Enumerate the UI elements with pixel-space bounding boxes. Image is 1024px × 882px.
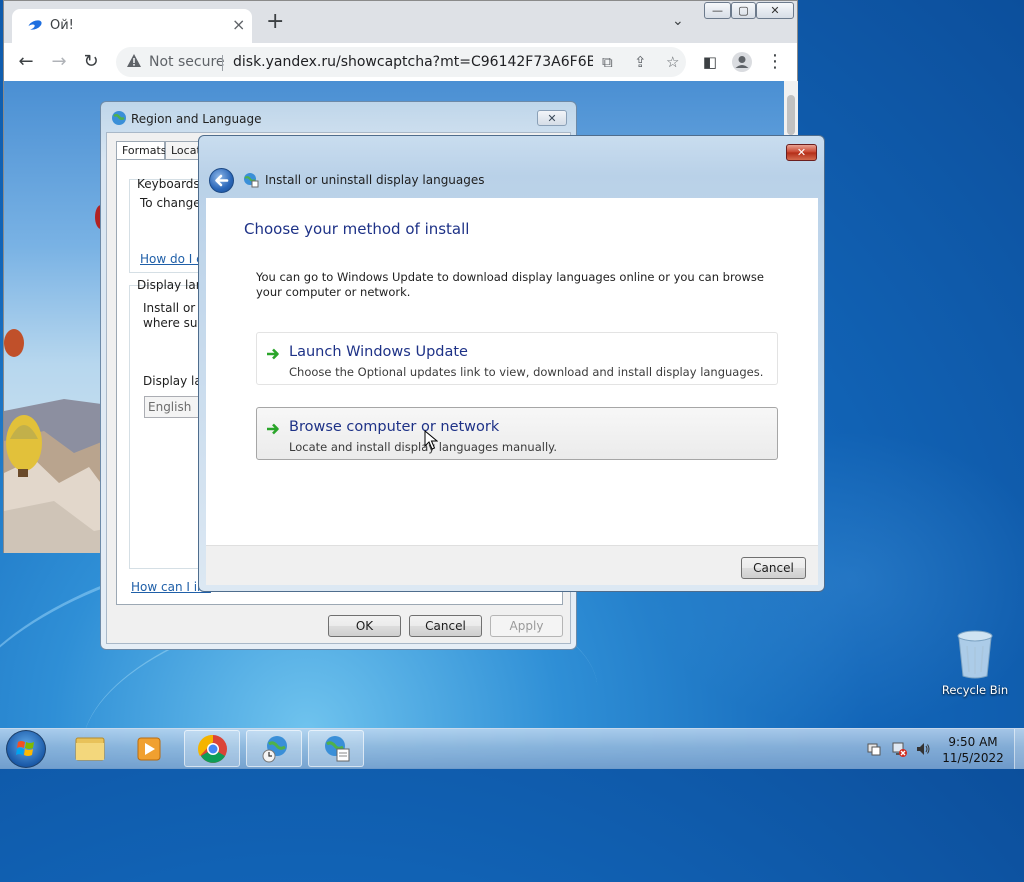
language-install-icon <box>325 736 350 762</box>
reload-icon[interactable]: ↻ <box>80 51 102 73</box>
address-bar[interactable]: Not secure disk.yandex.ru/showcaptcha?mt… <box>116 47 686 77</box>
dialog-footer: Cancel <box>206 545 818 585</box>
cancel-button[interactable]: Cancel <box>409 615 482 637</box>
page-description: You can go to Windows Update to download… <box>256 270 764 299</box>
browser-toolbar: ← → ↻ Not secure disk.yandex.ru/showcapt… <box>4 43 797 81</box>
apply-button[interactable]: Apply <box>490 615 563 637</box>
green-arrow-icon <box>267 423 279 435</box>
browser-tabstrip: Ой! × + ⌄ — ▢ ✕ <box>4 1 797 43</box>
browser-tab[interactable]: Ой! × <box>12 9 252 43</box>
taskbar: 9:50 AM 11/5/2022 <box>0 728 1024 769</box>
share-icon[interactable]: ⇪ <box>634 53 647 71</box>
cancel-button[interactable]: Cancel <box>741 557 806 579</box>
profile-icon[interactable] <box>731 51 753 73</box>
system-clock[interactable]: 9:50 AM 11/5/2022 <box>936 734 1010 766</box>
maximize-button[interactable]: ▢ <box>731 2 756 19</box>
ok-button[interactable]: OK <box>328 615 401 637</box>
tab-formats[interactable]: Formats <box>116 141 167 159</box>
close-button[interactable]: ✕ <box>756 2 794 19</box>
recycle-bin-label: Recycle Bin <box>941 683 1009 697</box>
option-subtitle: Locate and install display languages man… <box>289 440 557 454</box>
taskbar-chrome[interactable] <box>184 730 240 767</box>
browse-computer-option[interactable]: Browse computer or network Locate and in… <box>256 407 778 460</box>
scrollbar-thumb[interactable] <box>787 95 795 135</box>
launch-windows-update-option[interactable]: Launch Windows Update Choose the Optiona… <box>256 332 778 385</box>
security-status[interactable]: Not secure <box>149 54 225 70</box>
option-subtitle: Choose the Optional updates link to view… <box>289 365 764 379</box>
chrome-icon <box>198 734 227 763</box>
clock-date: 11/5/2022 <box>942 751 1004 765</box>
start-button[interactable] <box>6 730 46 768</box>
back-arrow-icon[interactable]: ← <box>15 51 37 73</box>
folder-icon <box>75 737 105 761</box>
keyboards-description: To change <box>140 196 201 210</box>
dialog-content: Choose your method of install You can go… <box>206 198 818 545</box>
taskbar-region-language[interactable] <box>246 730 302 767</box>
mouse-cursor-icon <box>424 430 438 450</box>
show-desktop-button[interactable] <box>1014 729 1024 769</box>
star-icon[interactable]: ☆ <box>666 53 679 71</box>
language-globe-icon <box>244 173 259 188</box>
divider <box>222 55 223 71</box>
page-heading: Choose your method of install <box>244 220 470 238</box>
install-description-line2: where sup <box>143 316 206 330</box>
minimize-button[interactable]: — <box>704 2 731 19</box>
green-arrow-icon <box>267 348 279 360</box>
globe-icon <box>112 111 126 125</box>
menu-icon[interactable]: ⋮ <box>764 51 786 73</box>
tab-close-icon[interactable]: × <box>232 15 245 34</box>
taskbar-explorer[interactable] <box>62 730 118 767</box>
volume-icon[interactable] <box>915 741 931 757</box>
option-title: Browse computer or network <box>289 419 500 435</box>
translate-icon[interactable]: ⧉ <box>602 53 613 71</box>
url-text[interactable]: disk.yandex.ru/showcaptcha?mt=C96142F73A… <box>233 54 593 70</box>
close-button[interactable]: ✕ <box>786 144 817 161</box>
windows-logo-icon <box>16 741 34 756</box>
yandex-disk-icon <box>27 20 42 30</box>
forward-arrow-icon[interactable]: → <box>48 51 70 73</box>
dialog-title: Region and Language <box>131 112 262 126</box>
recycle-bin-icon <box>957 630 993 679</box>
region-clock-icon <box>262 736 287 763</box>
install-display-languages-dialog: ✕ Install or uninstall display languages… <box>198 135 825 592</box>
back-arrow-icon <box>215 174 229 187</box>
option-title: Launch Windows Update <box>289 344 468 360</box>
media-player-icon <box>137 737 161 761</box>
action-center-icon[interactable] <box>866 741 882 757</box>
close-button[interactable]: ✕ <box>537 110 567 126</box>
taskbar-install-languages[interactable] <box>308 730 364 767</box>
warning-icon <box>127 54 141 67</box>
dialog-title: Install or uninstall display languages <box>265 173 485 187</box>
side-panel-icon[interactable]: ◧ <box>699 51 721 73</box>
new-tab-button[interactable]: + <box>266 11 284 33</box>
tab-title: Ой! <box>50 18 74 33</box>
clock-time: 9:50 AM <box>948 735 998 749</box>
back-button[interactable] <box>209 168 234 193</box>
tab-search-icon[interactable]: ⌄ <box>672 13 684 29</box>
network-error-icon[interactable] <box>891 741 907 757</box>
taskbar-media-player[interactable] <box>122 730 178 767</box>
